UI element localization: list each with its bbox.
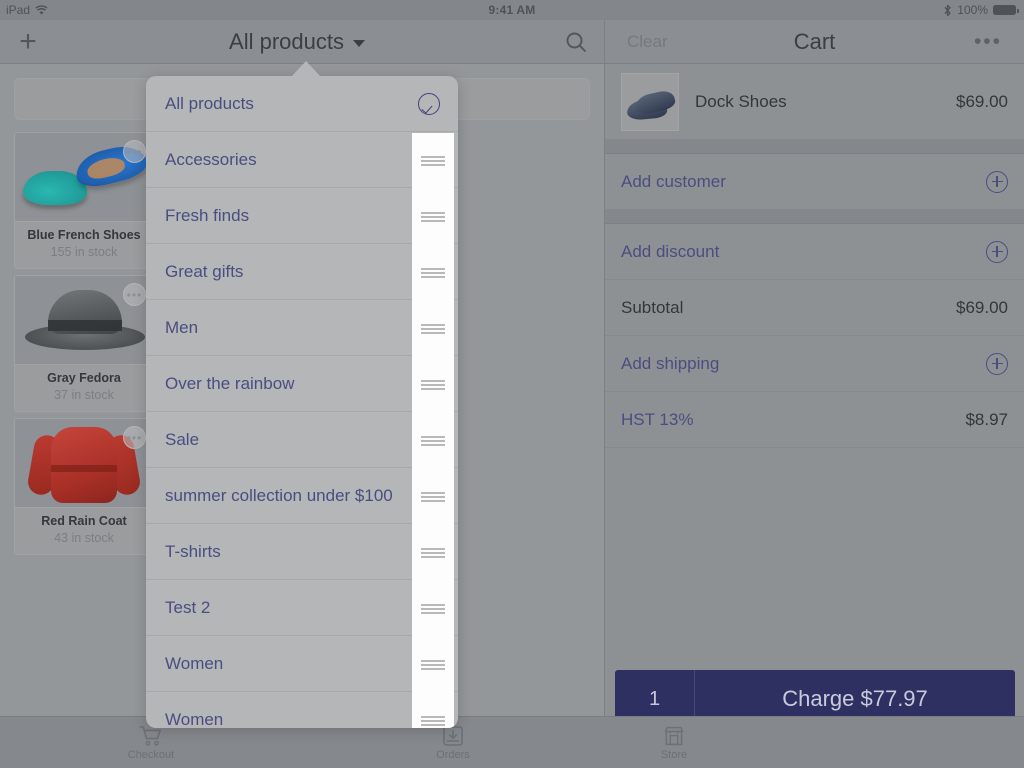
add-customer-row[interactable]: Add customer [605, 154, 1024, 210]
dropdown-item-label: Women [165, 653, 224, 673]
product-image: ••• [15, 419, 153, 507]
dropdown-item-label: Sale [165, 429, 200, 449]
subtotal-label: Subtotal [621, 297, 684, 317]
dropdown-item-all-products[interactable]: All products [146, 76, 458, 132]
plus-circle-icon[interactable] [986, 170, 1008, 193]
app-screen: iPad 9:41 AM 100% + All products Clear C… [0, 0, 1024, 768]
status-bar-clock: 9:41 AM [488, 3, 536, 17]
dropdown-item-label: Accessories [165, 149, 257, 169]
collection-filter-label: All products [229, 28, 344, 54]
plus-circle-icon[interactable] [986, 352, 1008, 375]
status-bar: iPad 9:41 AM 100% [0, 0, 1024, 20]
collection-filter-button[interactable]: All products [46, 29, 548, 55]
dropdown-item-label: Over the rainbow [165, 373, 295, 393]
dropdown-item-women-2[interactable]: Women [146, 692, 458, 729]
cart-panel: Dock Shoes $69.00 Add customer Add disco… [604, 64, 1024, 768]
product-meta: Red Rain Coat 43 in stock [15, 507, 153, 554]
add-shipping-label: Add shipping [621, 353, 720, 373]
cart-item-name: Dock Shoes [695, 91, 787, 111]
cart-item-thumbnail [621, 72, 679, 131]
tax-row[interactable]: HST 13% $8.97 [605, 392, 1024, 448]
clear-cart-button[interactable]: Clear [627, 32, 668, 52]
tab-orders-label: Orders [436, 748, 470, 761]
dropdown-item-label: All products [165, 93, 254, 113]
cart-more-options-button[interactable]: ••• [974, 31, 1002, 52]
product-card[interactable]: ••• Blue French Shoes 155 in stock [14, 132, 154, 269]
product-name: Red Rain Coat [41, 514, 127, 528]
tax-value: $8.97 [965, 409, 1008, 429]
add-customer-label: Add customer [621, 171, 726, 191]
cart-line-item[interactable]: Dock Shoes $69.00 [605, 64, 1024, 140]
dropdown-item-fresh-finds[interactable]: Fresh finds [146, 188, 458, 244]
chevron-down-icon [352, 40, 365, 47]
product-options-icon[interactable]: ••• [123, 283, 146, 306]
dropdown-item-summer-collection[interactable]: summer collection under $100 [146, 468, 458, 524]
product-card[interactable]: ••• Gray Fedora 37 in stock [14, 275, 154, 412]
product-image: ••• [15, 133, 153, 221]
cart-item-price: $69.00 [956, 91, 1008, 111]
products-navbar: + All products [0, 20, 604, 64]
product-image: ••• [15, 276, 153, 364]
cart-navbar: Clear Cart ••• [604, 20, 1024, 64]
storefront-icon [664, 726, 684, 746]
section-divider [605, 140, 1024, 154]
search-button[interactable] [548, 20, 604, 64]
subtotal-row: Subtotal $69.00 [605, 280, 1024, 336]
dropdown-item-women[interactable]: Women [146, 636, 458, 692]
collection-dropdown-popover: All products Accessories Fresh finds Gre… [146, 76, 458, 728]
check-circle-icon [418, 93, 440, 115]
product-name: Blue French Shoes [27, 228, 141, 242]
search-icon [566, 32, 586, 52]
tab-checkout-label: Checkout [127, 748, 175, 761]
drag-handle-icon[interactable] [421, 716, 445, 726]
tab-store[interactable]: Store [604, 717, 744, 768]
dropdown-item-accessories[interactable]: Accessories [146, 132, 458, 188]
add-discount-row[interactable]: Add discount [605, 224, 1024, 280]
bluetooth-icon [944, 4, 951, 16]
product-name: Gray Fedora [47, 371, 121, 385]
product-options-icon[interactable]: ••• [123, 140, 146, 163]
battery-percent-label: 100% [957, 3, 988, 17]
dropdown-item-test-2[interactable]: Test 2 [146, 580, 458, 636]
tax-label: HST 13% [621, 409, 694, 429]
product-stock: 37 in stock [54, 388, 114, 402]
popover-caret-icon [291, 61, 321, 77]
dropdown-item-label: Test 2 [165, 597, 211, 617]
product-card[interactable]: ••• Red Rain Coat 43 in stock [14, 418, 154, 555]
product-options-icon[interactable]: ••• [123, 426, 146, 449]
add-shipping-row[interactable]: Add shipping [605, 336, 1024, 392]
section-divider [605, 210, 1024, 224]
dropdown-item-t-shirts[interactable]: T-shirts [146, 524, 458, 580]
dropdown-item-label: Men [165, 317, 199, 337]
dropdown-item-label: Women [165, 709, 224, 729]
add-discount-label: Add discount [621, 241, 720, 261]
dropdown-item-over-the-rainbow[interactable]: Over the rainbow [146, 356, 458, 412]
product-stock: 43 in stock [54, 531, 114, 545]
status-bar-right: 100% [943, 3, 1019, 17]
product-meta: Gray Fedora 37 in stock [15, 364, 153, 411]
dropdown-item-label: summer collection under $100 [165, 485, 393, 505]
subtotal-value: $69.00 [956, 297, 1008, 317]
dropdown-item-label: Fresh finds [165, 205, 250, 225]
dropdown-item-men[interactable]: Men [146, 300, 458, 356]
tab-store-label: Store [660, 749, 688, 761]
dropdown-item-label: T-shirts [165, 541, 221, 561]
dropdown-item-great-gifts[interactable]: Great gifts [146, 244, 458, 300]
product-stock: 155 in stock [50, 245, 118, 259]
dropdown-item-label: Great gifts [165, 261, 244, 281]
battery-icon [993, 5, 1019, 15]
product-meta: Blue French Shoes 155 in stock [15, 221, 153, 268]
plus-circle-icon[interactable] [986, 240, 1008, 263]
dropdown-item-sale[interactable]: Sale [146, 412, 458, 468]
